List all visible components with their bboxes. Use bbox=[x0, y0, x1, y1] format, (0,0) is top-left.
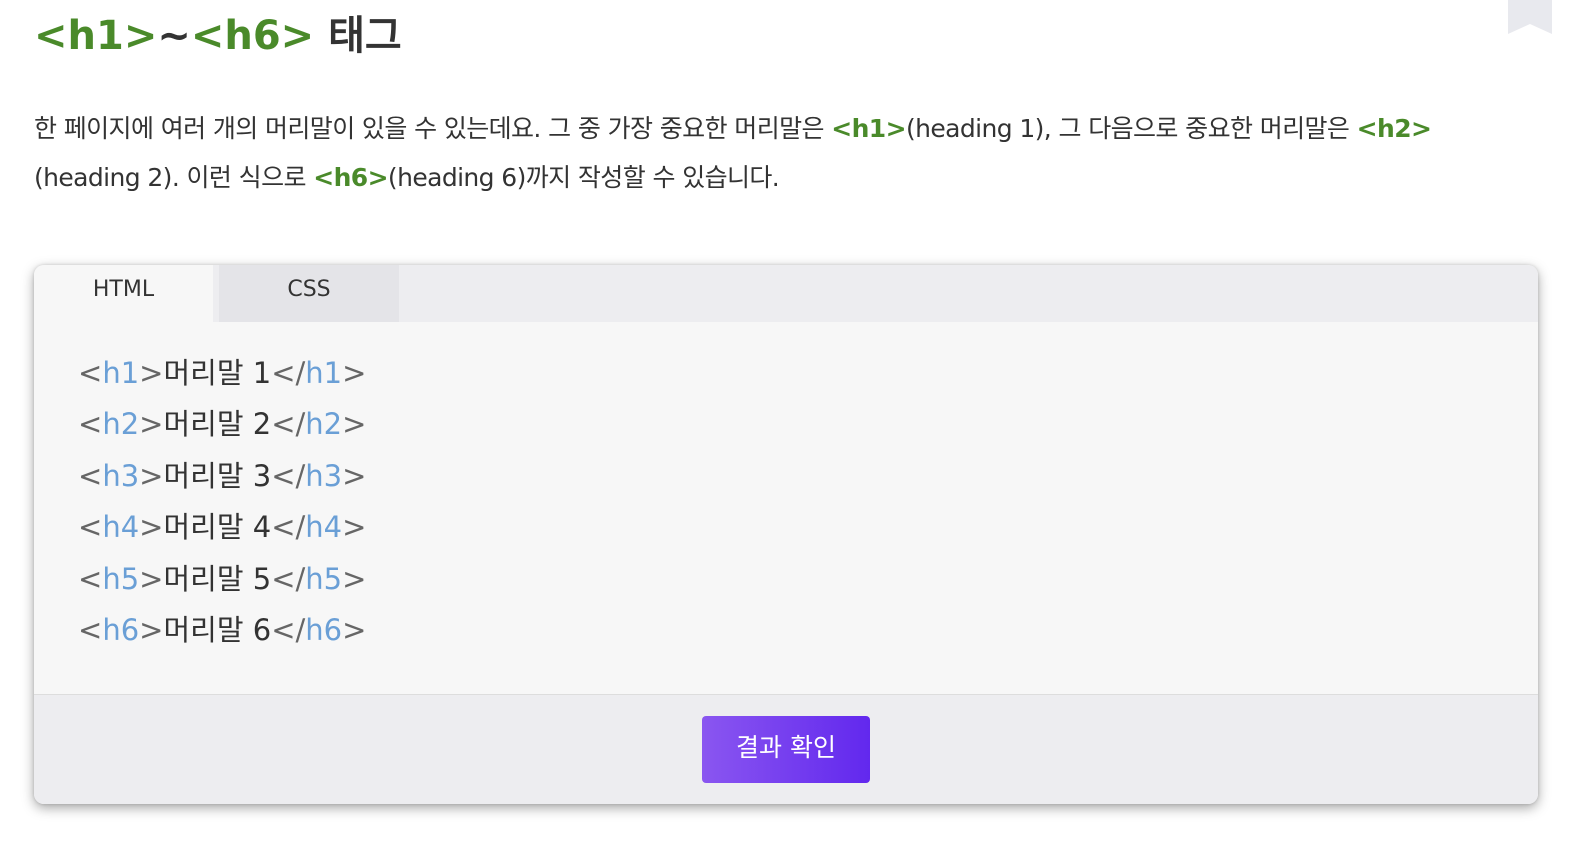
code-punct: < bbox=[78, 510, 103, 545]
code-line: <h4>머리말 4</h4> bbox=[78, 502, 1538, 553]
paragraph-tag-h2: <h2> bbox=[1356, 114, 1432, 143]
bookmark-icon[interactable] bbox=[1508, 0, 1552, 34]
code-line: <h1>머리말 1</h1> bbox=[78, 348, 1538, 399]
code-close-tag-name: h5 bbox=[305, 561, 343, 596]
code-punct: < bbox=[78, 613, 103, 648]
paragraph-tag-h1: <h1> bbox=[831, 114, 906, 143]
code-punct: > bbox=[139, 510, 164, 545]
paragraph-tag-h6: <h6> bbox=[313, 163, 388, 192]
code-close-tag-name: h1 bbox=[305, 356, 343, 390]
code-punct: > bbox=[139, 613, 164, 648]
code-punct: > bbox=[342, 458, 367, 493]
tab-bar: HTML CSS bbox=[34, 265, 1538, 322]
code-editor[interactable]: <h1>머리말 1</h1> <h2>머리말 2</h2> <h3>머리말 3</h… bbox=[34, 322, 1538, 694]
paragraph-text-3: (heading 2). 이런 식으로 bbox=[34, 163, 314, 192]
title-tilde: ~ bbox=[157, 13, 191, 59]
code-punct: > bbox=[342, 407, 367, 442]
code-line-text: 머리말 4 bbox=[163, 510, 272, 545]
title-h1-tag: <h1> bbox=[34, 13, 158, 59]
tab-css[interactable]: CSS bbox=[219, 265, 399, 322]
code-punct: > bbox=[342, 510, 367, 545]
code-punct: </ bbox=[271, 613, 306, 648]
code-punct: </ bbox=[271, 510, 306, 545]
code-punct: < bbox=[78, 356, 103, 390]
code-punct: < bbox=[78, 458, 103, 493]
code-line: <h2>머리말 2</h2> bbox=[78, 399, 1538, 450]
code-punct: </ bbox=[271, 458, 306, 493]
code-line-text: 머리말 5 bbox=[163, 561, 272, 596]
code-line: <h3>머리말 3</h3> bbox=[78, 451, 1538, 502]
code-punct: > bbox=[139, 561, 164, 596]
code-line-text: 머리말 3 bbox=[163, 458, 272, 493]
paragraph-text-4: (heading 6)까지 작성할 수 있습니다. bbox=[387, 163, 780, 192]
code-punct: < bbox=[78, 407, 103, 442]
code-line: <h5>머리말 5</h5> bbox=[78, 554, 1538, 605]
page-title: <h1>~<h6> 태그 bbox=[34, 8, 402, 64]
code-punct: < bbox=[78, 561, 103, 596]
code-example-box: HTML CSS <h1>머리말 1</h1> <h2>머리말 2</h2> <h3… bbox=[34, 265, 1538, 804]
code-line-text: 머리말 2 bbox=[163, 407, 272, 442]
code-punct: > bbox=[342, 356, 367, 390]
title-h6-tag: <h6> bbox=[190, 13, 315, 59]
code-punct: > bbox=[139, 407, 164, 442]
code-punct: </ bbox=[271, 356, 306, 390]
code-open-tag-name: h6 bbox=[102, 613, 140, 648]
paragraph-text-1: 한 페이지에 여러 개의 머리말이 있을 수 있는데요. 그 중 가장 중요한 … bbox=[34, 114, 832, 143]
code-open-tag-name: h3 bbox=[102, 458, 140, 493]
code-close-tag-name: h2 bbox=[305, 407, 343, 442]
code-punct: > bbox=[342, 613, 367, 648]
code-line: <h6>머리말 6</h6> bbox=[78, 605, 1538, 656]
description-paragraph: 한 페이지에 여러 개의 머리말이 있을 수 있는데요. 그 중 가장 중요한 … bbox=[34, 104, 1514, 202]
title-suffix: 태그 bbox=[314, 13, 402, 59]
code-punct: </ bbox=[271, 561, 306, 596]
code-punct: > bbox=[139, 356, 164, 390]
code-punct: > bbox=[139, 458, 164, 493]
code-close-tag-name: h4 bbox=[305, 510, 343, 545]
code-open-tag-name: h4 bbox=[102, 510, 140, 545]
code-open-tag-name: h2 bbox=[102, 407, 140, 442]
code-punct: </ bbox=[271, 407, 306, 442]
tab-html[interactable]: HTML bbox=[34, 265, 213, 322]
example-footer: 결과 확인 bbox=[34, 694, 1538, 804]
page: <h1>~<h6> 태그 한 페이지에 여러 개의 머리말이 있을 수 있는데요… bbox=[0, 0, 1586, 864]
code-line-text: 머리말 1 bbox=[163, 356, 272, 390]
code-close-tag-name: h6 bbox=[305, 613, 343, 648]
code-punct: > bbox=[342, 561, 367, 596]
paragraph-text-2: (heading 1), 그 다음으로 중요한 머리말은 bbox=[905, 114, 1357, 143]
code-open-tag-name: h5 bbox=[102, 561, 140, 596]
code-open-tag-name: h1 bbox=[102, 356, 140, 390]
view-result-button[interactable]: 결과 확인 bbox=[702, 716, 870, 783]
code-line-text: 머리말 6 bbox=[163, 613, 272, 648]
code-close-tag-name: h3 bbox=[305, 458, 343, 493]
